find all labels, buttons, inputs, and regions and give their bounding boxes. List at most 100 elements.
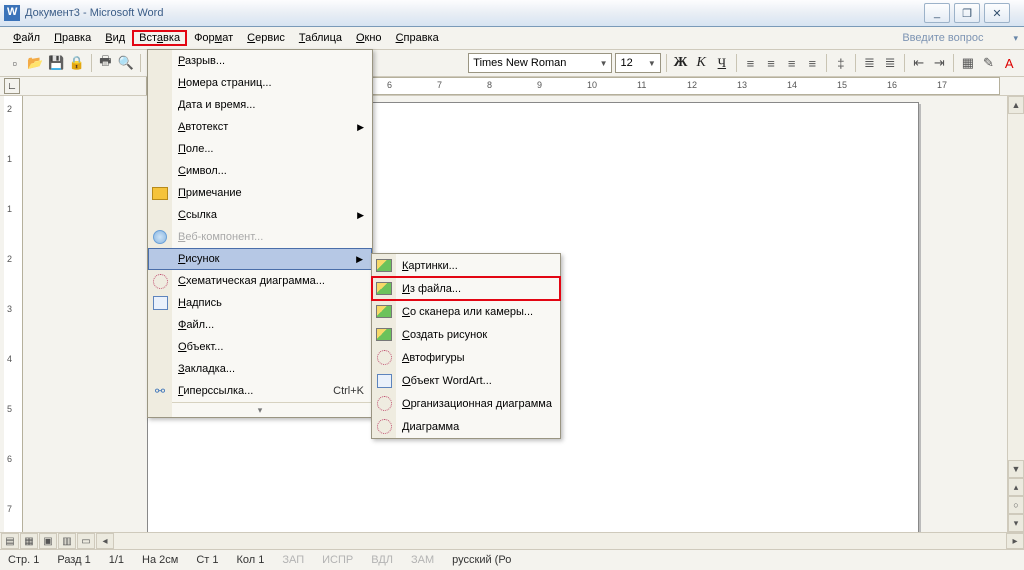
next-page-icon[interactable]: ▾ <box>1008 514 1024 532</box>
horizontal-scrollbar[interactable]: ▤ ▦ ▣ ▥ ▭ ◂ ▸ <box>0 532 1024 549</box>
print-icon[interactable]: 🖶 <box>97 53 115 73</box>
web-view-icon[interactable]: ▦ <box>20 533 38 549</box>
maximize-button[interactable]: ❐ <box>954 3 980 23</box>
insert-menu-item[interactable]: Объект... <box>148 336 372 358</box>
menu-вид[interactable]: Вид <box>98 30 132 46</box>
picture-submenu-item[interactable]: Создать рисунок <box>372 323 560 346</box>
separator <box>855 54 856 72</box>
print-view-icon[interactable]: ▣ <box>39 533 57 549</box>
menubar-chevron-icon[interactable]: ▾ <box>1013 33 1018 44</box>
insert-menu-item[interactable]: Символ... <box>148 160 372 182</box>
new-doc-icon[interactable]: ▫ <box>6 53 24 73</box>
scroll-right-icon[interactable]: ▸ <box>1006 533 1024 549</box>
separator <box>826 54 827 72</box>
scroll-down-icon[interactable]: ▼ <box>1008 460 1024 478</box>
menu-таблица[interactable]: Таблица <box>292 30 349 46</box>
picture-submenu-label: Создать рисунок <box>402 329 487 341</box>
scroll-up-icon[interactable]: ▲ <box>1008 96 1024 114</box>
indent-icon[interactable]: ⇥ <box>930 53 948 73</box>
vruler-mark: 6 <box>7 454 12 464</box>
menu-справка[interactable]: Справка <box>389 30 446 46</box>
picture-submenu-item[interactable]: Автофигуры <box>372 346 560 369</box>
normal-view-icon[interactable]: ▤ <box>1 533 19 549</box>
font-size-select[interactable]: 12 ▼ <box>615 53 660 73</box>
picture-submenu-label: Автофигуры <box>402 352 465 364</box>
scroll-track[interactable] <box>1008 114 1024 460</box>
status-col: Кол 1 <box>236 554 264 566</box>
insert-menu-item[interactable]: ⚯Гиперссылка...Ctrl+K <box>148 380 372 402</box>
insert-menu-item[interactable]: Автотекст▶ <box>148 116 372 138</box>
ask-question-box[interactable]: Введите вопрос <box>902 32 1007 44</box>
insert-menu-item[interactable]: Поле... <box>148 138 372 160</box>
font-name-value: Times New Roman <box>473 57 566 69</box>
insert-menu-item[interactable]: Номера страниц... <box>148 72 372 94</box>
borders-icon[interactable]: ▦ <box>959 53 977 73</box>
font-size-value: 12 <box>620 57 632 69</box>
textbox-icon <box>376 373 392 389</box>
preview-icon[interactable]: 🔍 <box>117 53 135 73</box>
insert-menu-item[interactable]: Рисунок▶ <box>148 248 372 270</box>
italic-button[interactable]: К <box>692 53 710 73</box>
outdent-icon[interactable]: ⇤ <box>910 53 928 73</box>
font-color-icon[interactable]: A <box>1000 53 1018 73</box>
picture-submenu-item[interactable]: Из файла... <box>372 277 560 300</box>
open-icon[interactable]: 📂 <box>27 53 45 73</box>
picture-submenu-item[interactable]: Картинки... <box>372 254 560 277</box>
menu-окно[interactable]: Окно <box>349 30 389 46</box>
expand-menu-icon[interactable]: ▾ <box>148 402 372 417</box>
insert-menu-item[interactable]: Закладка... <box>148 358 372 380</box>
bullets-icon[interactable]: ≣ <box>881 53 899 73</box>
permission-icon[interactable]: 🔒 <box>68 53 86 73</box>
vruler-mark: 2 <box>7 104 12 114</box>
hyperlink-icon: ⚯ <box>152 383 168 399</box>
bold-button[interactable]: Ж <box>672 53 690 73</box>
picture-submenu-item[interactable]: Организационная диаграмма <box>372 392 560 415</box>
underline-button[interactable]: Ч <box>713 53 731 73</box>
window-title: Документ3 - Microsoft Word <box>25 7 922 19</box>
prev-page-icon[interactable]: ▴ <box>1008 478 1024 496</box>
numbering-icon[interactable]: ≣ <box>861 53 879 73</box>
insert-menu: Разрыв...Номера страниц...Дата и время..… <box>147 49 373 418</box>
insert-menu-item[interactable]: Ссылка▶ <box>148 204 372 226</box>
highlight-icon[interactable]: ✎ <box>980 53 998 73</box>
font-name-select[interactable]: Times New Roman ▼ <box>468 53 612 73</box>
scroll-left-icon[interactable]: ◂ <box>96 533 114 549</box>
insert-menu-item[interactable]: Разрыв... <box>148 50 372 72</box>
menu-правка[interactable]: Правка <box>47 30 98 46</box>
menu-файл[interactable]: Файл <box>6 30 47 46</box>
menu-формат[interactable]: Формат <box>187 30 240 46</box>
ruler-mark: 8 <box>487 80 492 90</box>
insert-menu-item[interactable]: Схематическая диаграмма... <box>148 270 372 292</box>
align-left-icon[interactable]: ≡ <box>742 53 760 73</box>
reading-view-icon[interactable]: ▭ <box>77 533 95 549</box>
insert-menu-item[interactable]: Примечание <box>148 182 372 204</box>
app-icon <box>4 5 20 21</box>
align-center-icon[interactable]: ≡ <box>762 53 780 73</box>
chevron-down-icon: ▼ <box>648 59 656 68</box>
insert-menu-item[interactable]: Файл... <box>148 314 372 336</box>
minimize-button[interactable]: _ <box>924 3 950 23</box>
image-icon <box>376 304 392 320</box>
vertical-scrollbar[interactable]: ▲ ▼ ▴ ○ ▾ <box>1007 96 1024 532</box>
save-icon[interactable]: 💾 <box>47 53 65 73</box>
insert-menu-label: Объект... <box>178 341 223 353</box>
picture-submenu-item[interactable]: Объект WordArt... <box>372 369 560 392</box>
status-line: Ст 1 <box>196 554 218 566</box>
picture-submenu-item[interactable]: Диаграмма <box>372 415 560 438</box>
tab-selector[interactable]: ∟ <box>4 78 20 94</box>
align-right-icon[interactable]: ≡ <box>783 53 801 73</box>
browse-object-icon[interactable]: ○ <box>1008 496 1024 514</box>
outline-view-icon[interactable]: ▥ <box>58 533 76 549</box>
menu-вставка[interactable]: Вставка <box>132 30 187 46</box>
menu-сервис[interactable]: Сервис <box>240 30 292 46</box>
vertical-ruler[interactable]: 211234567 <box>4 96 23 532</box>
close-button[interactable]: ✕ <box>984 3 1010 23</box>
picture-submenu-item[interactable]: Со сканера или камеры... <box>372 300 560 323</box>
vruler-mark: 5 <box>7 404 12 414</box>
picture-submenu-label: Объект WordArt... <box>402 375 492 387</box>
insert-menu-item[interactable]: Надпись <box>148 292 372 314</box>
insert-menu-item[interactable]: Дата и время... <box>148 94 372 116</box>
align-justify-icon[interactable]: ≡ <box>804 53 822 73</box>
ruler-mark: 11 <box>637 80 646 90</box>
line-spacing-icon[interactable]: ‡ <box>832 53 850 73</box>
